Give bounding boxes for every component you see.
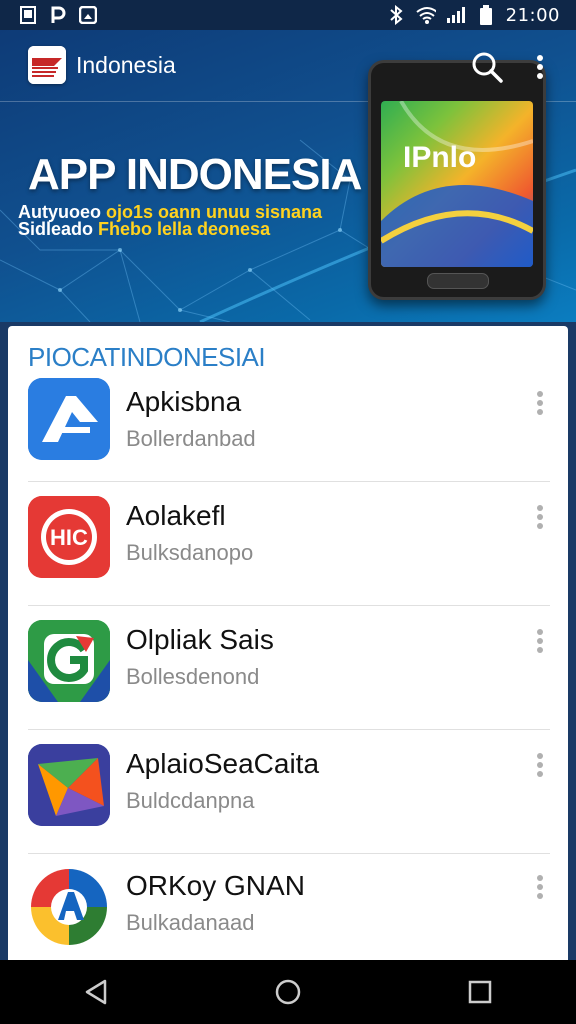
a-arrow-icon xyxy=(28,378,110,460)
home-button[interactable] xyxy=(264,968,312,1016)
app-subtitle: Buldcdanpna xyxy=(126,788,255,813)
parking-icon xyxy=(48,5,68,25)
app-name: ORKoy GNAN xyxy=(126,870,305,901)
wifi-icon xyxy=(416,5,436,25)
more-vert-icon xyxy=(537,55,543,79)
bluetooth-icon xyxy=(386,5,406,25)
more-vert-icon[interactable] xyxy=(530,388,550,422)
recents-button[interactable] xyxy=(456,968,504,1016)
app-title: Indonesia xyxy=(76,52,176,78)
home-circle-icon xyxy=(275,979,301,1005)
colorful-a-logo-icon xyxy=(28,866,110,948)
gallery-icon xyxy=(78,5,98,25)
hic-circle-icon: HIC xyxy=(28,496,110,578)
search-icon xyxy=(472,52,503,83)
svg-text:HIC: HIC xyxy=(50,525,88,550)
app-list-card: PIOCATINDONESIAI Apkisbna Bollerdanbad H… xyxy=(8,326,568,960)
list-item[interactable]: AplaioSeaCaita Buldcdanpna xyxy=(8,730,568,854)
g-arrow-icon xyxy=(28,620,110,702)
status-time: 21:00 xyxy=(505,4,560,26)
search-button[interactable] xyxy=(470,50,504,84)
hero-subtitle-2-yellow: Fhebo lella deonesa xyxy=(98,219,271,239)
back-triangle-icon xyxy=(85,979,107,1005)
phone-screen-text: IPnlo xyxy=(403,141,477,174)
app-name: Olpliak Sais xyxy=(126,624,274,655)
hero-subtitle: Autyuoeo ojo1s oann unuu sisnana Sidlead… xyxy=(18,203,348,239)
signal-icon xyxy=(446,5,466,25)
more-vert-icon[interactable] xyxy=(530,872,550,906)
more-vert-icon[interactable] xyxy=(530,502,550,536)
app-name: Aolakefl xyxy=(126,500,226,531)
hero-subtitle-2-white: Sidleado xyxy=(18,219,94,239)
back-button[interactable] xyxy=(72,968,120,1016)
hero-title: APP INDONESIA xyxy=(28,150,362,199)
status-bar: 21:00 xyxy=(0,0,576,30)
app-subtitle: Bulkadanaad xyxy=(126,910,255,935)
more-vert-button[interactable] xyxy=(530,50,550,84)
flag-logo-icon[interactable] xyxy=(28,46,66,84)
status-left xyxy=(18,5,98,25)
battery-icon xyxy=(476,5,496,25)
header-banner: Indonesia IPnlo APP INDONESIA Autyuoeo o… xyxy=(0,30,576,322)
app-subtitle: Bollerdanbad xyxy=(126,426,256,451)
phone-screen: IPnlo xyxy=(381,101,533,267)
list-item[interactable]: ORKoy GNAN Bulkadanaad xyxy=(8,854,568,960)
app-subtitle: Bulksdanopo xyxy=(126,540,254,565)
origami-star-icon xyxy=(28,744,110,826)
recents-square-icon xyxy=(468,980,492,1004)
app-name: Apkisbna xyxy=(126,386,242,417)
more-vert-icon[interactable] xyxy=(530,750,550,784)
navigation-bar xyxy=(0,960,576,1024)
phone-home-button xyxy=(427,273,489,289)
more-vert-icon[interactable] xyxy=(530,626,550,660)
status-right: 21:00 xyxy=(386,5,560,26)
list-item[interactable]: HIC Aolakefl Bulksdanopo xyxy=(8,482,568,606)
app-subtitle: Bollesdenond xyxy=(126,664,260,689)
image-icon xyxy=(18,5,38,25)
list-item[interactable]: Apkisbna Bollerdanbad xyxy=(8,358,568,482)
list-item[interactable]: Olpliak Sais Bollesdenond xyxy=(8,606,568,730)
phone-illustration: IPnlo xyxy=(368,60,546,300)
app-name: AplaioSeaCaita xyxy=(126,748,320,779)
